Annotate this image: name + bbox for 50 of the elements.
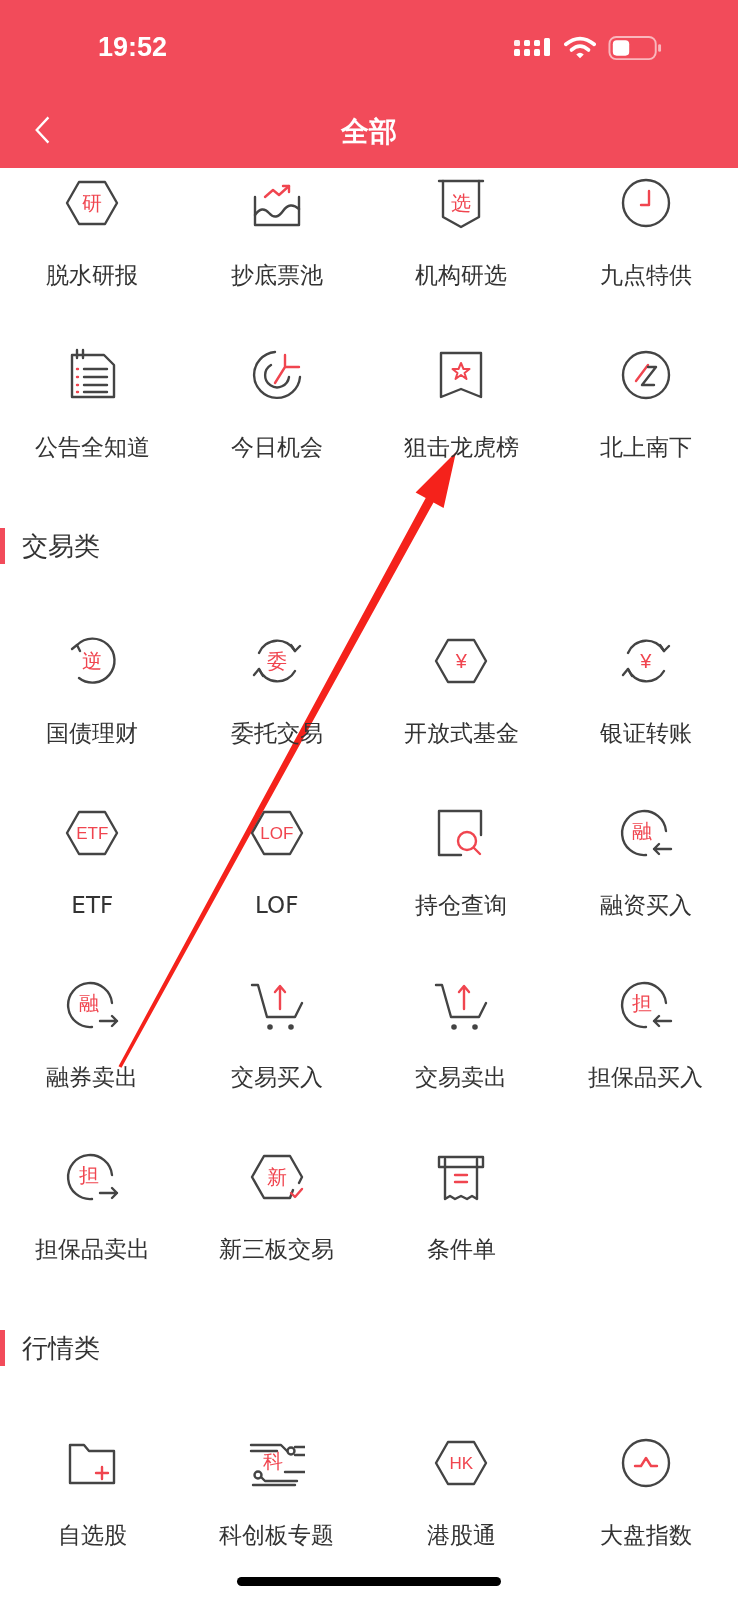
feature-item[interactable]: ¥ 银证转账 xyxy=(553,626,738,798)
feature-item[interactable]: ETF ETF xyxy=(0,798,185,970)
feature-item[interactable]: 北上南下 xyxy=(553,340,738,512)
feature-item[interactable]: 大盘指数 xyxy=(553,1428,738,1600)
feature-item[interactable]: 持仓查询 xyxy=(369,798,554,970)
feature-item[interactable]: 九点特供 xyxy=(553,168,738,340)
feature-item[interactable]: HK 港股通 xyxy=(369,1428,554,1600)
signal-icon xyxy=(514,37,552,58)
feature-item[interactable]: 自选股 xyxy=(0,1428,185,1600)
icon-glyph: ETF xyxy=(76,824,109,842)
feature-item[interactable]: 科 科创板专题 xyxy=(184,1428,369,1600)
feature-item[interactable]: 担 担保品买入 xyxy=(553,970,738,1142)
icon-glyph: 逆 xyxy=(82,651,103,671)
status-time: 19:52 xyxy=(98,32,168,63)
icon-glyph: 新 xyxy=(266,1167,287,1187)
feature-item[interactable]: 抄底票池 xyxy=(184,168,369,340)
feature-item[interactable]: 逆 国债理财 xyxy=(0,626,185,798)
icon-glyph: HK xyxy=(449,1454,474,1472)
feature-item[interactable]: 交易买入 xyxy=(184,970,369,1142)
feature-item[interactable]: 公告全知道 xyxy=(0,340,185,512)
feature-item[interactable]: 新 新三板交易 xyxy=(184,1142,369,1314)
section-marker xyxy=(0,1330,5,1366)
section-title: 交易类 xyxy=(22,529,100,563)
icon-glyph: ¥ xyxy=(640,651,652,671)
icon-glyph: 融 xyxy=(78,992,99,1013)
icon-glyph: 科 xyxy=(263,1450,284,1471)
section-marker xyxy=(0,528,5,564)
icon-glyph: 担 xyxy=(78,1164,99,1185)
icon-glyph: 担 xyxy=(632,992,653,1013)
icon-glyph: 融 xyxy=(632,820,653,841)
feature-item[interactable]: 融 融资买入 xyxy=(553,798,738,970)
page-title: 全部 xyxy=(341,113,397,150)
feature-item[interactable]: ¥ 开放式基金 xyxy=(369,626,554,798)
wifi-icon xyxy=(564,35,596,60)
feature-item[interactable]: 担 担保品卖出 xyxy=(0,1142,185,1314)
icon-glyph: ¥ xyxy=(455,651,467,671)
feature-item[interactable]: 融 融券卖出 xyxy=(0,970,185,1142)
section-title: 行情类 xyxy=(22,1331,100,1365)
icon-glyph: LOF xyxy=(260,824,294,842)
feature-item[interactable]: 狙击龙虎榜 xyxy=(369,340,554,512)
battery-icon xyxy=(608,34,662,61)
feature-item[interactable]: LOF LOF xyxy=(184,798,369,970)
feature-item[interactable]: 今日机会 xyxy=(184,340,369,512)
feature-item[interactable]: 研 脱水研报 xyxy=(0,168,185,340)
icon-glyph: 委 xyxy=(266,651,287,671)
feature-item[interactable]: 交易卖出 xyxy=(369,970,554,1142)
feature-item[interactable]: 选 机构研选 xyxy=(369,168,554,340)
feature-item[interactable]: 条件单 xyxy=(369,1142,554,1314)
icon-glyph: 选 xyxy=(451,193,472,213)
icon-glyph: 研 xyxy=(82,193,103,213)
